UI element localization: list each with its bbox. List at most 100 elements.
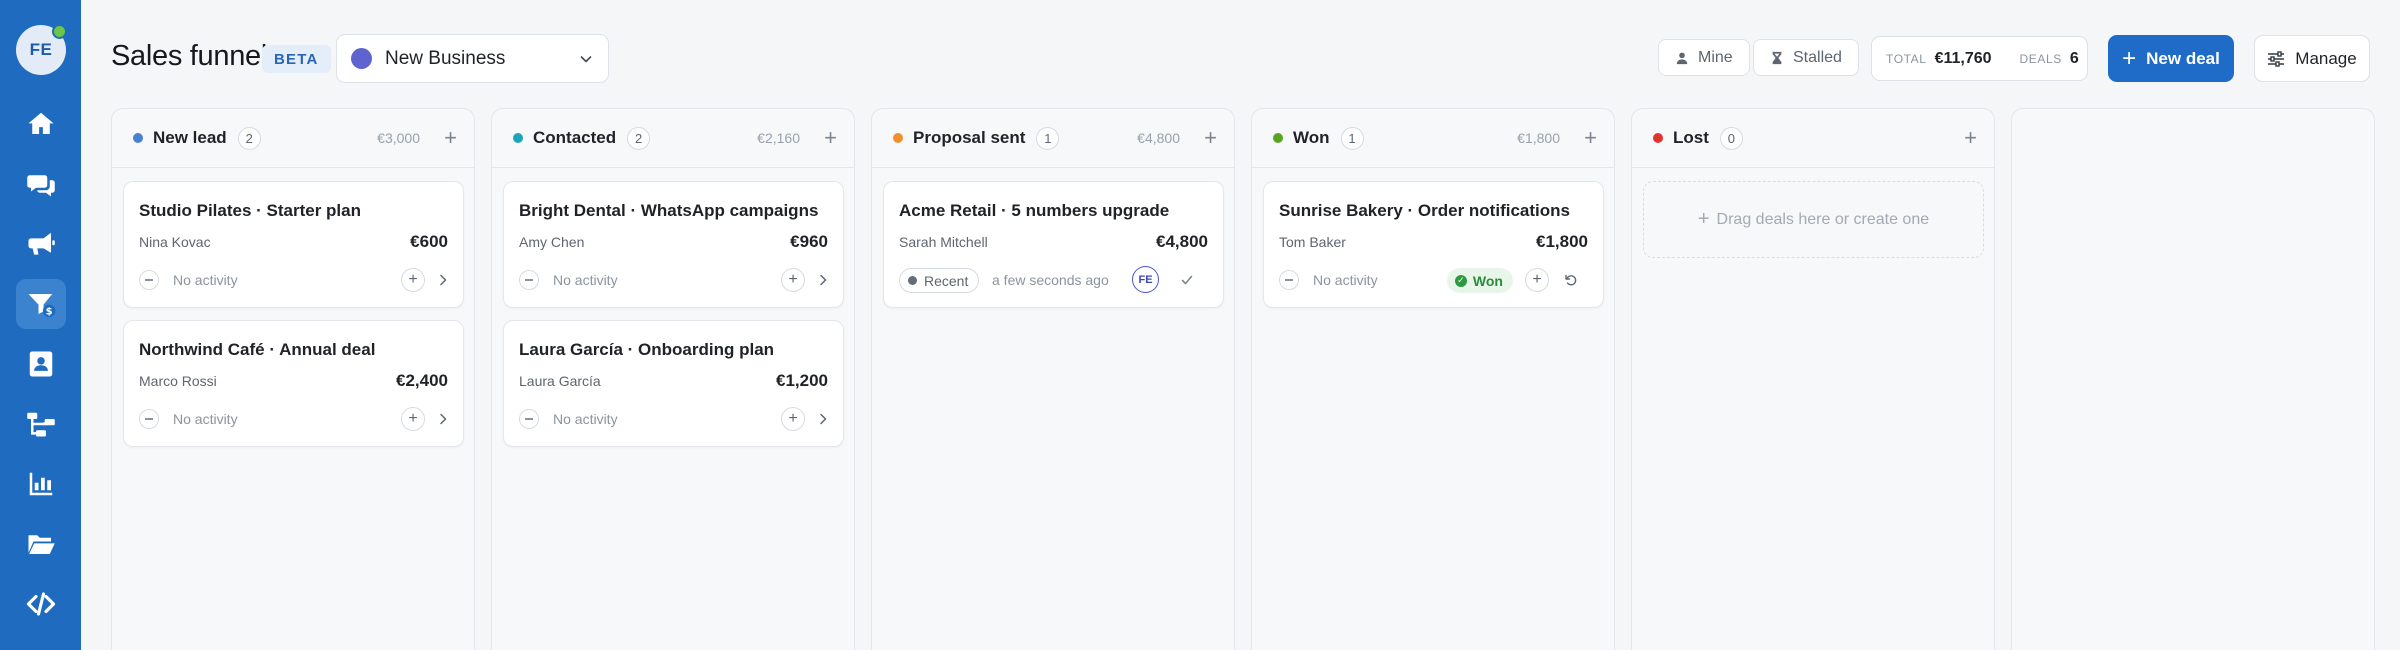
folder-icon — [28, 535, 55, 554]
deal-contact: Amy Chen — [519, 234, 585, 250]
total-value: €11,760 — [1934, 49, 1992, 67]
stage-color-dot — [893, 133, 903, 143]
chart-icon — [29, 472, 53, 496]
chevron-right-icon[interactable] — [431, 407, 455, 431]
sidebar: FE $ — [0, 0, 81, 650]
deal-contact: Marco Rossi — [139, 373, 217, 389]
dropzone-label: Drag deals here or create one — [1716, 210, 1930, 228]
page-title: Sales funnel — [111, 40, 268, 72]
status-label: Won — [1472, 272, 1503, 289]
recent-badge: Recent — [899, 268, 980, 293]
sidebar-item-contacts[interactable] — [16, 339, 66, 389]
pipeline-stats: TOTAL €11,760 DEALS 6 — [1871, 36, 2088, 81]
manage-button[interactable]: Manage — [2254, 35, 2370, 82]
column-new-lead: New lead 2 €3,000 + Studio Pilates · Sta… — [111, 108, 475, 650]
filter-stalled-button[interactable]: Stalled — [1753, 39, 1859, 76]
column-header: Contacted 2 €2,160 + — [492, 109, 854, 168]
pipeline-select[interactable]: New Business — [336, 34, 609, 83]
no-activity-icon — [139, 409, 159, 429]
sidebar-item-reports[interactable] — [16, 459, 66, 509]
pipeline-label: New Business — [385, 47, 506, 69]
code-icon — [26, 592, 56, 616]
column-total: €3,000 — [377, 130, 420, 146]
deal-card[interactable]: Studio Pilates · Starter plan Nina Kovac… — [123, 181, 464, 308]
add-deal-plus-icon[interactable]: + — [444, 127, 457, 149]
deal-card[interactable]: Northwind Café · Annual deal Marco Rossi… — [123, 320, 464, 447]
won-status-badge: ✓ Won — [1446, 268, 1513, 293]
deal-dropzone[interactable]: + Drag deals here or create one — [1643, 181, 1984, 258]
sidebar-item-files[interactable] — [16, 519, 66, 569]
add-deal-plus-icon[interactable]: + — [824, 127, 837, 149]
deal-card[interactable]: Laura García · Onboarding plan Laura Gar… — [503, 320, 844, 447]
deal-value: €960 — [790, 232, 828, 251]
add-deal-plus-icon[interactable]: + — [1584, 127, 1597, 149]
owner-avatar[interactable]: FE — [1132, 266, 1159, 293]
deal-title: Sunrise Bakery · Order notifications — [1279, 201, 1570, 220]
column-count: 2 — [627, 126, 651, 150]
column-title: Won — [1293, 128, 1330, 147]
column-title: Lost — [1673, 128, 1709, 147]
online-status-dot — [52, 24, 67, 39]
sidebar-item-developers[interactable] — [16, 579, 66, 629]
deal-title: Acme Retail · 5 numbers upgrade — [899, 201, 1170, 220]
filter-mine-label: Mine — [1698, 48, 1733, 66]
sidebar-item-conversations[interactable] — [16, 159, 66, 209]
deal-card[interactable]: Bright Dental · WhatsApp campaigns Amy C… — [503, 181, 844, 308]
plus-icon: + — [1697, 208, 1710, 230]
column-won: Won 1 €1,800 + Sunrise Bakery · Order no… — [1251, 108, 1615, 650]
add-activity-plus-icon[interactable]: + — [1525, 268, 1549, 292]
add-activity-plus-icon[interactable]: + — [401, 407, 425, 431]
deal-contact: Laura García — [519, 373, 601, 389]
add-deal-plus-icon[interactable]: + — [1964, 127, 1977, 149]
add-activity-plus-icon[interactable]: + — [781, 407, 805, 431]
add-deal-plus-icon[interactable]: + — [1204, 127, 1217, 149]
column-title: Proposal sent — [913, 128, 1026, 147]
deal-title: Bright Dental · WhatsApp campaigns — [519, 201, 819, 220]
stage-color-dot — [1653, 133, 1663, 143]
stage-color-dot — [513, 133, 523, 143]
column-placeholder — [2011, 108, 2375, 650]
column-count: 2 — [237, 126, 261, 150]
deal-title: Northwind Café · Annual deal — [139, 340, 376, 359]
sidebar-item-campaigns[interactable] — [16, 219, 66, 269]
new-deal-button[interactable]: + New deal — [2108, 35, 2234, 82]
funnel-icon: $ — [28, 294, 56, 318]
column-header: Proposal sent 1 €4,800 + — [872, 109, 1234, 168]
activity-label: No activity — [553, 272, 618, 288]
deal-card[interactable]: Sunrise Bakery · Order notifications Tom… — [1263, 181, 1604, 308]
filter-stalled-label: Stalled — [1793, 48, 1842, 66]
sliders-icon — [2268, 50, 2285, 67]
deal-value: €1,200 — [776, 371, 828, 390]
chevron-right-icon[interactable] — [811, 268, 835, 292]
add-activity-plus-icon[interactable]: + — [781, 268, 805, 292]
no-activity-icon — [519, 409, 539, 429]
deal-contact: Tom Baker — [1279, 234, 1346, 250]
column-title: Contacted — [533, 128, 617, 147]
activity-label: No activity — [553, 411, 618, 427]
undo-icon[interactable] — [1559, 268, 1583, 292]
checkmark-icon[interactable] — [1175, 268, 1199, 292]
column-count: 0 — [1719, 126, 1743, 150]
stage-color-dot — [133, 133, 143, 143]
column-title: New lead — [153, 128, 227, 147]
add-activity-plus-icon[interactable]: + — [401, 268, 425, 292]
sidebar-item-flows[interactable] — [16, 399, 66, 449]
manage-label: Manage — [2295, 48, 2357, 68]
column-header: New lead 2 €3,000 + — [112, 109, 474, 168]
column-total: €2,160 — [757, 130, 800, 146]
chevron-right-icon[interactable] — [431, 268, 455, 292]
plus-icon: + — [2122, 44, 2137, 72]
stage-color-dot — [1273, 133, 1283, 143]
filter-mine-button[interactable]: Mine — [1658, 39, 1750, 76]
sidebar-item-home[interactable] — [16, 99, 66, 149]
avatar-initials: FE — [29, 40, 53, 59]
flow-icon — [27, 412, 55, 437]
beta-badge: BETA — [262, 45, 331, 73]
sidebar-item-sales-funnel[interactable]: $ — [16, 279, 66, 329]
user-icon — [1676, 52, 1688, 64]
chevron-right-icon[interactable] — [811, 407, 835, 431]
no-activity-icon — [139, 270, 159, 290]
deal-card[interactable]: Acme Retail · 5 numbers upgrade Sarah Mi… — [883, 181, 1224, 308]
avatar[interactable]: FE — [16, 24, 67, 75]
column-contacted: Contacted 2 €2,160 + Bright Dental · Wha… — [491, 108, 855, 650]
